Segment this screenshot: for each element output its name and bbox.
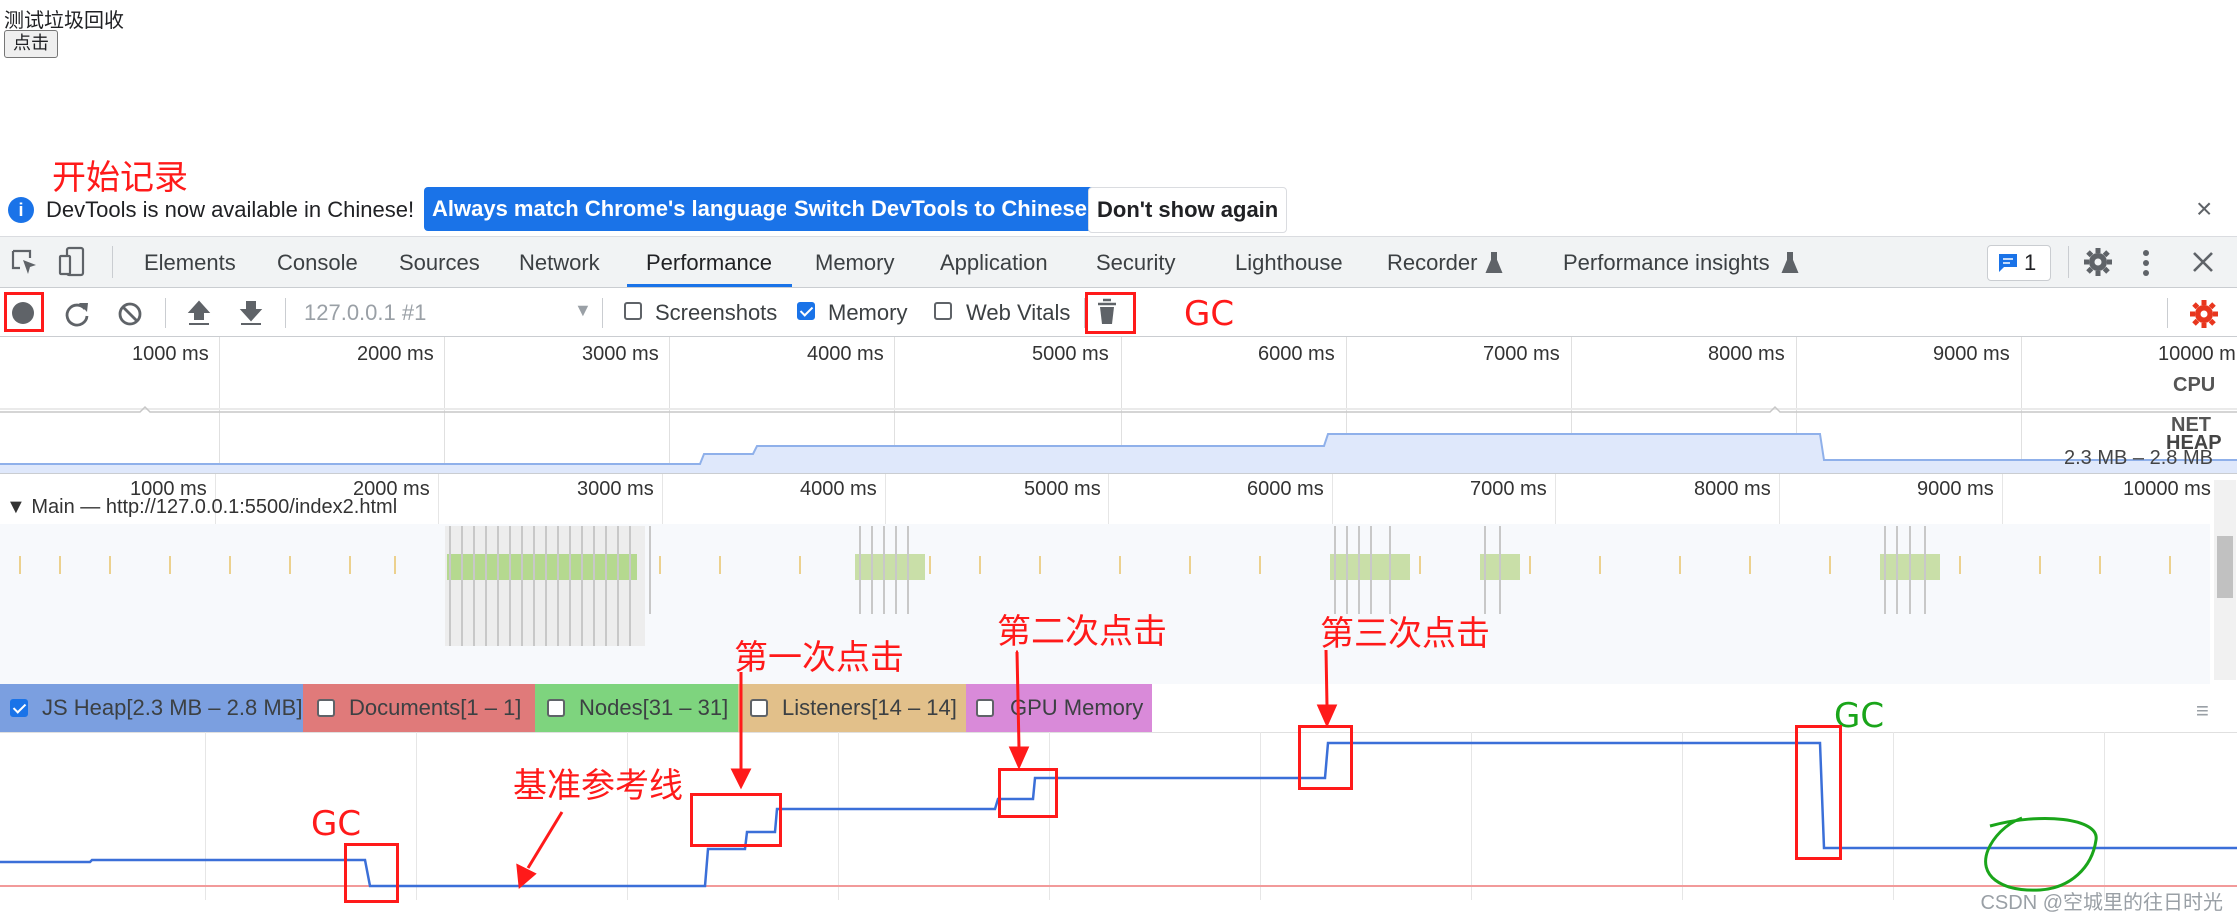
- watermark: CSDN @空城里的往日时光: [1980, 892, 2223, 914]
- annotation-green-circle: [1984, 816, 2098, 892]
- annotation-arrows: [516, 649, 2098, 892]
